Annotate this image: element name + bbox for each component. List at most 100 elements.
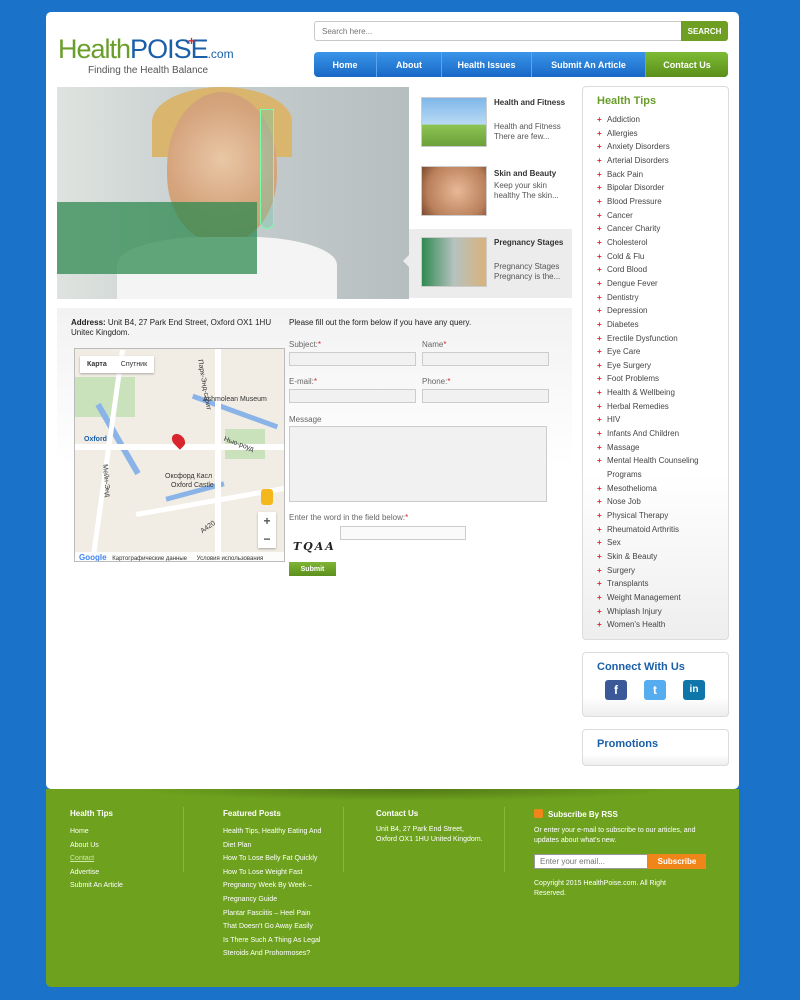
health-tip-link[interactable]: Eye Surgery xyxy=(597,359,728,373)
slider-thumb-skin[interactable]: Skin and Beauty Keep your skin healthy T… xyxy=(409,156,572,225)
slider-thumb-fitness[interactable]: Health and Fitness Health and Fitness Th… xyxy=(409,87,572,156)
nav-home[interactable]: Home xyxy=(314,52,377,77)
health-tip-link[interactable]: Nose Job xyxy=(597,495,728,509)
thumb-desc-text: Pregnancy Stages Pregnancy is the... xyxy=(494,262,561,281)
copyright: Copyright 2015 HealthPoise.com. All Righ… xyxy=(534,880,666,897)
nav-submit-article[interactable]: Submit An Article xyxy=(532,52,646,77)
message-field[interactable] xyxy=(289,426,547,502)
slider-thumb-pregnancy[interactable]: Pregnancy Stages Pregnancy Stages Pregna… xyxy=(409,229,572,298)
subject-field[interactable] xyxy=(289,352,416,366)
health-tip-link[interactable]: Weight Management xyxy=(597,591,728,605)
nav-about[interactable]: About xyxy=(377,52,442,77)
featured-post-link[interactable]: Diet Plan xyxy=(223,839,321,853)
featured-post-link[interactable]: That Doesn't Go Away Easily xyxy=(223,920,321,934)
featured-post-link[interactable]: Steroids And Prohormoses? xyxy=(223,947,321,961)
health-tip-link[interactable]: Cancer xyxy=(597,209,728,223)
health-tip-link[interactable]: Whiplash Injury xyxy=(597,605,728,619)
zoom-out-icon[interactable]: − xyxy=(258,530,276,548)
health-tip-link[interactable]: Cholesterol xyxy=(597,236,728,250)
map-label: Oxford Castle xyxy=(171,482,214,489)
map-tab-satellite[interactable]: Спутник xyxy=(114,356,154,373)
health-tip-link[interactable]: Cancer Charity xyxy=(597,222,728,236)
street-view-icon[interactable] xyxy=(261,489,273,505)
footer-link-advertise[interactable]: Advertise xyxy=(70,866,123,880)
facebook-icon[interactable]: f xyxy=(605,680,627,700)
footer-address: Unit B4, 27 Park End Street, Oxford OX1 … xyxy=(376,826,483,843)
health-tip-link[interactable]: Surgery xyxy=(597,564,728,578)
email-label: E-mail:* xyxy=(289,377,317,386)
submit-button[interactable]: Submit xyxy=(289,562,336,576)
address-label: Address: xyxy=(71,318,106,327)
thumb-title: Pregnancy Stages xyxy=(494,238,564,247)
health-tip-link[interactable]: Mental Health Counseling Programs xyxy=(597,454,715,481)
health-tip-link[interactable]: Allergies xyxy=(597,127,728,141)
featured-post-link[interactable]: Is There Such A Thing As Legal xyxy=(223,934,321,948)
footer-link-home[interactable]: Home xyxy=(70,825,123,839)
health-tip-link[interactable]: HIV xyxy=(597,413,728,427)
featured-post-link[interactable]: Health Tips, Healthy Eating And xyxy=(223,825,321,839)
health-tip-link[interactable]: Dengue Fever xyxy=(597,277,728,291)
health-tip-link[interactable]: Health & Wellbeing xyxy=(597,386,728,400)
slide-main-image[interactable] xyxy=(57,87,409,299)
twitter-icon[interactable]: t xyxy=(644,680,666,700)
required-mark: * xyxy=(443,340,447,349)
footer-link-contact[interactable]: Contact xyxy=(70,852,123,866)
featured-post-link[interactable]: How To Lose Weight Fast xyxy=(223,866,321,880)
map-zoom-control[interactable]: + − xyxy=(258,512,276,548)
featured-post-link[interactable]: Pregnancy Week By Week – xyxy=(223,879,321,893)
health-tip-link[interactable]: Foot Problems xyxy=(597,372,728,386)
search-button[interactable]: SEARCH xyxy=(681,21,728,41)
health-tip-link[interactable]: Blood Pressure xyxy=(597,195,728,209)
health-tip-link[interactable]: Diabetes xyxy=(597,318,728,332)
health-tip-link[interactable]: Massage xyxy=(597,441,728,455)
health-tip-link[interactable]: Transplants xyxy=(597,577,728,591)
subscribe-email-input[interactable] xyxy=(534,854,648,869)
map-widget[interactable]: Карта Спутник Ashmolean Museum Oxford Ок… xyxy=(74,348,285,562)
health-tip-link[interactable]: Women's Health xyxy=(597,618,728,632)
health-tip-link[interactable]: Eye Care xyxy=(597,345,728,359)
zoom-in-icon[interactable]: + xyxy=(258,512,276,530)
health-tip-link[interactable]: Herbal Remedies xyxy=(597,400,728,414)
map-terms-link[interactable]: Условия использования xyxy=(197,556,264,561)
health-tip-link[interactable]: Back Pain xyxy=(597,168,728,182)
health-tip-link[interactable]: Dentistry xyxy=(597,291,728,305)
main-nav: Home About Health Issues Submit An Artic… xyxy=(314,52,728,77)
footer-col-title: Featured Posts xyxy=(223,809,281,818)
health-tip-link[interactable]: Physical Therapy xyxy=(597,509,728,523)
health-tip-link[interactable]: Cold & Flu xyxy=(597,250,728,264)
map-tab-map[interactable]: Карта xyxy=(80,356,114,373)
footer-link-submit[interactable]: Submit An Article xyxy=(70,879,123,893)
connect-box: Connect With Us f t in xyxy=(582,652,729,717)
required-mark: * xyxy=(317,340,322,349)
health-tip-link[interactable]: Rheumatoid Arthritis xyxy=(597,523,728,537)
footer-link-about[interactable]: About Us xyxy=(70,839,123,853)
health-tip-link[interactable]: Addiction xyxy=(597,113,728,127)
nav-contact-us[interactable]: Contact Us xyxy=(646,52,728,77)
health-tip-link[interactable]: Skin & Beauty xyxy=(597,550,728,564)
health-tip-link[interactable]: Erectile Dysfunction xyxy=(597,332,728,346)
map-label: Oxford xyxy=(84,436,107,443)
health-tip-link[interactable]: Sex xyxy=(597,536,728,550)
featured-post-link[interactable]: How To Lose Belly Fat Quickly xyxy=(223,852,321,866)
health-tip-link[interactable]: Arterial Disorders xyxy=(597,154,728,168)
health-tip-link[interactable]: Anxiety Disorders xyxy=(597,140,728,154)
map-data-link[interactable]: Картографические данные xyxy=(112,556,187,561)
health-tip-link[interactable]: Bipolar Disorder xyxy=(597,181,728,195)
required-mark: * xyxy=(405,513,409,522)
health-tip-link[interactable]: Mesothelioma xyxy=(597,482,728,496)
linkedin-icon[interactable]: in xyxy=(683,680,705,700)
search-input[interactable] xyxy=(314,21,682,41)
subscribe-button[interactable]: Subscribe xyxy=(648,854,706,869)
message-label: Message xyxy=(289,415,322,424)
captcha-field[interactable] xyxy=(340,526,466,540)
featured-post-link[interactable]: Pregnancy Guide xyxy=(223,893,321,907)
health-tip-link[interactable]: Infants And Children xyxy=(597,427,728,441)
featured-post-link[interactable]: Plantar Fasciitis – Heel Pain xyxy=(223,907,321,921)
email-field[interactable] xyxy=(289,389,416,403)
health-tip-link[interactable]: Cord Blood xyxy=(597,263,728,277)
phone-field[interactable] xyxy=(422,389,549,403)
site-logo[interactable]: HealthPOISE.com + Finding the Health Bal… xyxy=(58,32,288,80)
health-tip-link[interactable]: Depression xyxy=(597,304,728,318)
name-field[interactable] xyxy=(422,352,549,366)
nav-health-issues[interactable]: Health Issues xyxy=(442,52,532,77)
